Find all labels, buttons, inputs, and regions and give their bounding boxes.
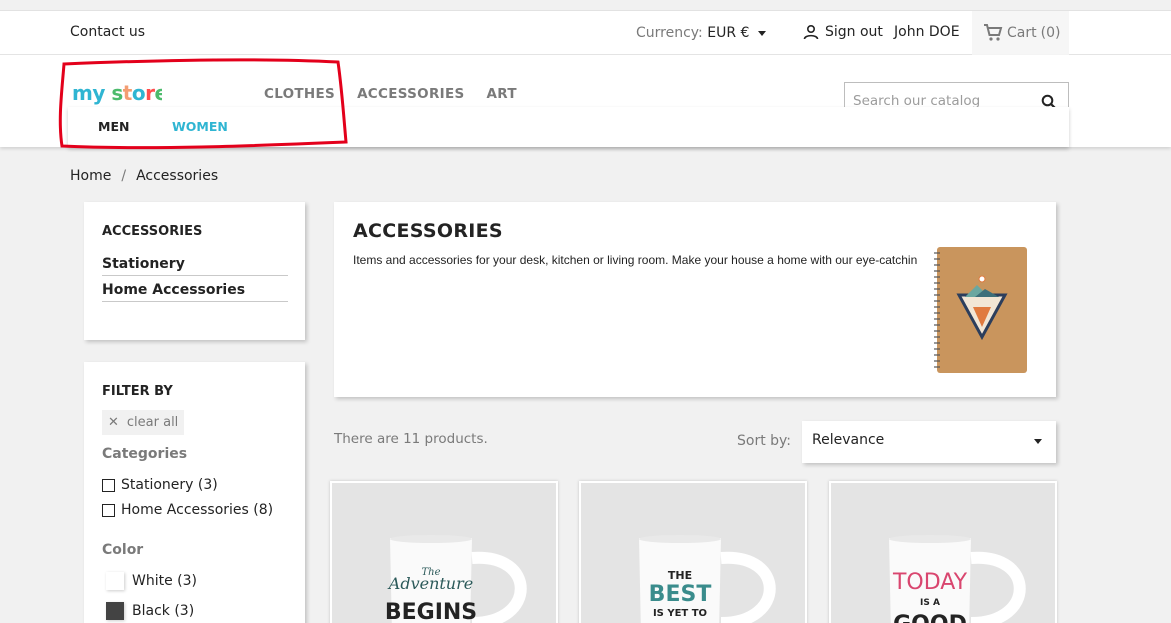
mug-text-top: THE (668, 569, 692, 582)
caret-down-icon (1034, 439, 1042, 444)
menu-item-art[interactable]: ART (487, 86, 517, 102)
color-swatch-black[interactable] (106, 602, 124, 620)
close-icon: ✕ (108, 415, 119, 430)
menu-item-accessories[interactable]: ACCESSORIES (357, 86, 464, 102)
mug-text-bottom: IS YET TO (653, 608, 707, 619)
clear-all-filters-button[interactable]: ✕ clear all (102, 410, 184, 435)
contact-link[interactable]: Contact us (70, 24, 145, 40)
product-card[interactable]: The Adventure BEGINS (330, 481, 558, 623)
cart-label: Cart (1007, 25, 1037, 41)
category-tree-card: ACCESSORIES Stationery Home Accessories (84, 202, 305, 340)
facet-option-label: Stationery (3) (121, 477, 218, 493)
color-swatch-white[interactable] (106, 572, 124, 590)
top-bar: Contact us Currency: EUR € Sign out John… (0, 10, 1171, 55)
category-link-home-accessories[interactable]: Home Accessories (102, 282, 288, 302)
category-cover-image (934, 247, 1027, 373)
facet-option-black[interactable]: Black (3) (102, 602, 194, 620)
submenu-item-men[interactable]: MEN (98, 119, 129, 134)
clothes-submenu: MEN WOMEN (68, 107, 1069, 147)
facet-title-categories: Categories (102, 446, 188, 462)
category-description: Items and accessories for your desk, kit… (353, 253, 917, 267)
facet-title-color: Color (102, 542, 144, 558)
currency-selector[interactable]: Currency: EUR € (636, 25, 766, 41)
checkbox[interactable] (102, 478, 115, 492)
mug-text-bottom: GOOD (893, 612, 967, 623)
product-count: There are 11 products. (334, 431, 488, 447)
filter-title: FILTER BY (102, 384, 173, 399)
mug-text-bottom: BEGINS (385, 600, 477, 623)
checkbox[interactable] (102, 503, 115, 517)
filter-card: FILTER BY ✕ clear all Categories Station… (84, 362, 305, 623)
breadcrumb: Home / Accessories (70, 168, 218, 184)
facet-option-label: Black (3) (132, 603, 195, 619)
sign-out-link[interactable]: Sign out (803, 24, 883, 40)
product-thumbnail: The Adventure BEGINS (332, 483, 556, 623)
category-link-stationery[interactable]: Stationery (102, 256, 288, 276)
mug-text-mid: Adventure (387, 574, 473, 593)
logo-wordmark: my store (72, 81, 168, 105)
product-thumbnail: TODAY IS A GOOD (831, 483, 1055, 623)
category-header-card: ACCESSORIES Items and accessories for yo… (334, 202, 1056, 397)
facet-option-home-accessories[interactable]: Home Accessories (8) (102, 502, 273, 518)
product-card[interactable]: THE BEST IS YET TO (579, 481, 807, 623)
cart-count: (0) (1040, 25, 1061, 41)
cart-button[interactable]: Cart (0) (972, 11, 1069, 55)
sort-dropdown[interactable]: Relevance (802, 421, 1056, 463)
main-menu: CLOTHES ACCESSORIES ART (264, 86, 517, 102)
facet-option-label: Home Accessories (8) (121, 502, 274, 518)
facet-option-stationery[interactable]: Stationery (3) (102, 477, 218, 493)
mug-text-top: TODAY (892, 570, 968, 595)
category-title: ACCESSORIES (353, 220, 503, 242)
sort-selected-value: Relevance (812, 432, 885, 448)
mug-text-mid: BEST (649, 582, 712, 607)
category-tree-title[interactable]: ACCESSORIES (102, 224, 202, 239)
sign-out-label: Sign out (825, 24, 883, 40)
breadcrumb-home[interactable]: Home (70, 168, 111, 184)
breadcrumb-current[interactable]: Accessories (136, 168, 218, 184)
mug-text-mid: IS A (920, 598, 940, 608)
submenu-item-women[interactable]: WOMEN (172, 119, 228, 134)
top-spacer (0, 0, 1171, 10)
sort-label: Sort by: (737, 433, 792, 449)
caret-down-icon (757, 30, 766, 36)
cart-icon (984, 24, 1003, 41)
facet-option-label: White (3) (132, 573, 197, 589)
product-card[interactable]: TODAY IS A GOOD (829, 481, 1057, 623)
account-name-link[interactable]: John DOE (894, 24, 960, 40)
user-icon (803, 24, 819, 40)
clear-all-label: clear all (126, 415, 179, 430)
product-thumbnail: THE BEST IS YET TO (581, 483, 805, 623)
svg-text:my store: my store (72, 81, 162, 105)
menu-item-clothes[interactable]: CLOTHES (264, 86, 335, 102)
currency-label: Currency: (636, 25, 703, 41)
currency-value: EUR € (707, 25, 750, 41)
breadcrumb-separator: / (121, 168, 127, 184)
facet-option-white[interactable]: White (3) (102, 572, 197, 590)
